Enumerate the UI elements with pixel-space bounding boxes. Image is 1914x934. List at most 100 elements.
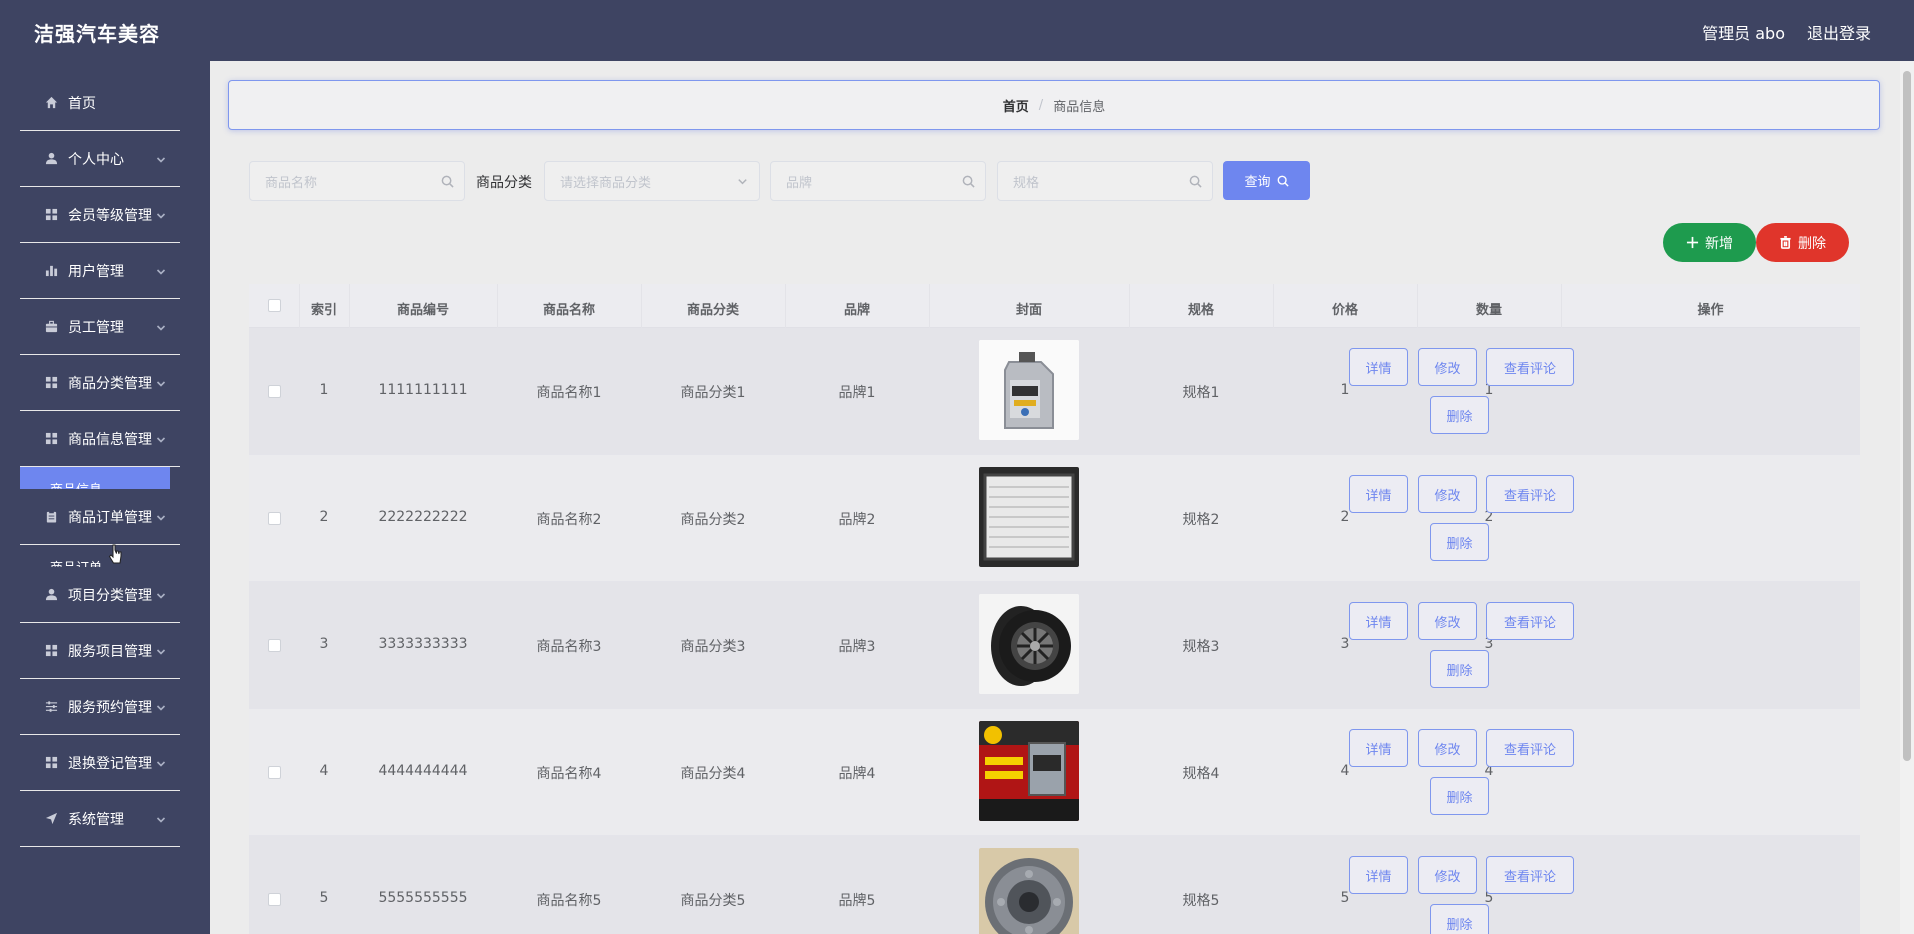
delete-button[interactable]: 删除 bbox=[1430, 904, 1489, 934]
view-comments-button[interactable]: 查看评论 bbox=[1486, 856, 1574, 894]
edit-button[interactable]: 修改 bbox=[1418, 602, 1477, 640]
row-checkbox[interactable] bbox=[268, 766, 281, 779]
cover-image bbox=[979, 721, 1079, 821]
sidebar-item-product-order[interactable]: 商品订单管理 bbox=[20, 489, 180, 545]
table-row: 3 3333333333 商品名称3 商品分类3 品牌3 规格3 3 3 详情 修改 查看评论 删除 bbox=[249, 582, 1860, 709]
column-header: 数量 bbox=[1475, 303, 1502, 318]
sidebar-item-label: 商品信息管理 bbox=[68, 431, 152, 448]
edit-button[interactable]: 修改 bbox=[1418, 856, 1477, 894]
product-table: 索引 商品编号 商品名称 商品分类 品牌 封面 规格 价格 数量 操作 1 1111111111 商品… bbox=[249, 284, 1860, 934]
breadcrumb-home[interactable]: 首页 bbox=[1003, 96, 1029, 115]
search-icon bbox=[1189, 175, 1202, 188]
add-button-label: 新增 bbox=[1705, 235, 1733, 252]
view-comments-button[interactable]: 查看评论 bbox=[1486, 475, 1574, 513]
column-header: 规格 bbox=[1187, 303, 1214, 318]
product-name-input[interactable]: 商品名称 bbox=[249, 161, 465, 201]
detail-button[interactable]: 详情 bbox=[1349, 856, 1408, 894]
detail-button[interactable]: 详情 bbox=[1349, 729, 1408, 767]
view-comments-button[interactable]: 查看评论 bbox=[1486, 602, 1574, 640]
detail-button[interactable]: 详情 bbox=[1349, 475, 1408, 513]
row-checkbox[interactable] bbox=[268, 639, 281, 652]
category-select[interactable]: 请选择商品分类 bbox=[544, 161, 760, 201]
home-icon bbox=[44, 96, 58, 110]
trash-icon bbox=[1780, 236, 1791, 249]
delete-button[interactable]: 删除 bbox=[1430, 777, 1489, 815]
admin-user-label: 管理员 abo bbox=[1702, 24, 1785, 43]
query-button[interactable]: 查询 bbox=[1223, 161, 1310, 200]
add-button[interactable]: 新增 bbox=[1663, 223, 1756, 262]
cell-index: 3 bbox=[319, 636, 329, 652]
breadcrumb: 首页 / 商品信息 bbox=[228, 80, 1880, 130]
column-header: 价格 bbox=[1331, 303, 1358, 318]
breadcrumb-current: 商品信息 bbox=[1053, 99, 1106, 115]
cell-name: 商品名称4 bbox=[536, 766, 602, 782]
table-header: 索引 商品编号 商品名称 商品分类 品牌 封面 规格 价格 数量 操作 bbox=[249, 284, 1860, 328]
clipboard-icon bbox=[44, 510, 58, 524]
chevron-down-icon bbox=[156, 153, 168, 165]
cell-category: 商品分类4 bbox=[680, 766, 746, 782]
batch-delete-button[interactable]: 删除 bbox=[1756, 223, 1849, 262]
grid-icon bbox=[44, 376, 58, 390]
delete-button[interactable]: 删除 bbox=[1430, 650, 1489, 688]
sidebar-item-personal-center[interactable]: 个人中心 bbox=[20, 131, 180, 187]
cell-code: 2222222222 bbox=[378, 509, 468, 525]
sidebar-subitem-product-info[interactable]: 商品信息 bbox=[20, 467, 170, 489]
send-icon bbox=[44, 812, 58, 826]
category-placeholder: 请选择商品分类 bbox=[560, 175, 652, 191]
sidebar-item-service-project[interactable]: 服务项目管理 bbox=[20, 623, 180, 679]
sidebar-item-product-info[interactable]: 商品信息管理 bbox=[20, 411, 180, 467]
cell-spec: 规格5 bbox=[1182, 893, 1220, 909]
grid-icon bbox=[44, 432, 58, 446]
sidebar-item-staff-management[interactable]: 员工管理 bbox=[20, 299, 180, 355]
cell-category: 商品分类1 bbox=[680, 385, 746, 401]
table-row: 2 2222222222 商品名称2 商品分类2 品牌2 规格2 2 2 详情 修改 查看评论 删除 bbox=[249, 455, 1860, 582]
top-header: 洁强汽车美容 管理员 abo 退出登录 bbox=[0, 0, 1914, 61]
cell-index: 5 bbox=[319, 890, 329, 906]
sidebar-item-system-management[interactable]: 系统管理 bbox=[20, 791, 180, 847]
detail-button[interactable]: 详情 bbox=[1349, 602, 1408, 640]
view-comments-button[interactable]: 查看评论 bbox=[1486, 348, 1574, 386]
cell-name: 商品名称3 bbox=[536, 639, 602, 655]
cell-category: 商品分类5 bbox=[680, 893, 746, 909]
scrollbar-thumb[interactable] bbox=[1903, 71, 1911, 761]
edit-button[interactable]: 修改 bbox=[1418, 475, 1477, 513]
column-header: 封面 bbox=[1015, 303, 1042, 318]
table-row: 4 4444444444 商品名称4 商品分类4 品牌4 规格4 4 4 详情 修改 查看评论 删除 bbox=[249, 709, 1860, 836]
sidebar-item-product-category[interactable]: 商品分类管理 bbox=[20, 355, 180, 411]
sidebar-subitem-product-order[interactable]: 商品订单 bbox=[20, 545, 170, 567]
vertical-scrollbar[interactable] bbox=[1900, 61, 1914, 934]
row-checkbox[interactable] bbox=[268, 893, 281, 906]
spec-input[interactable]: 规格 bbox=[997, 161, 1213, 201]
row-checkbox[interactable] bbox=[268, 512, 281, 525]
delete-button[interactable]: 删除 bbox=[1430, 396, 1489, 434]
sidebar-item-label: 服务项目管理 bbox=[68, 643, 152, 660]
sidebar-item-home[interactable]: 首页 bbox=[20, 75, 180, 131]
cell-code: 4444444444 bbox=[378, 763, 468, 779]
sidebar-item-member-level[interactable]: 会员等级管理 bbox=[20, 187, 180, 243]
cell-brand: 品牌1 bbox=[838, 385, 876, 401]
user-icon bbox=[44, 152, 58, 166]
grid-icon bbox=[44, 644, 58, 658]
detail-button[interactable]: 详情 bbox=[1349, 348, 1408, 386]
grid-icon bbox=[44, 208, 58, 222]
cell-category: 商品分类2 bbox=[680, 512, 746, 528]
sidebar-item-label: 服务预约管理 bbox=[68, 699, 152, 716]
product-name-placeholder: 商品名称 bbox=[265, 175, 318, 191]
edit-button[interactable]: 修改 bbox=[1418, 348, 1477, 386]
delete-button[interactable]: 删除 bbox=[1430, 523, 1489, 561]
brand-input[interactable]: 品牌 bbox=[770, 161, 986, 201]
view-comments-button[interactable]: 查看评论 bbox=[1486, 729, 1574, 767]
logout-link[interactable]: 退出登录 bbox=[1807, 20, 1871, 44]
cell-brand: 品牌5 bbox=[838, 893, 876, 909]
sidebar-item-label: 退换登记管理 bbox=[68, 755, 152, 772]
chevron-down-icon bbox=[156, 321, 168, 333]
sidebar-item-user-management[interactable]: 用户管理 bbox=[20, 243, 180, 299]
sidebar-item-service-booking[interactable]: 服务预约管理 bbox=[20, 679, 180, 735]
select-all-checkbox[interactable] bbox=[268, 299, 281, 312]
sidebar-item-project-category[interactable]: 项目分类管理 bbox=[20, 567, 180, 623]
chevron-down-icon bbox=[156, 813, 168, 825]
sidebar-item-return-registration[interactable]: 退换登记管理 bbox=[20, 735, 180, 791]
sidebar-item-label: 用户管理 bbox=[68, 263, 124, 280]
edit-button[interactable]: 修改 bbox=[1418, 729, 1477, 767]
row-checkbox[interactable] bbox=[268, 385, 281, 398]
